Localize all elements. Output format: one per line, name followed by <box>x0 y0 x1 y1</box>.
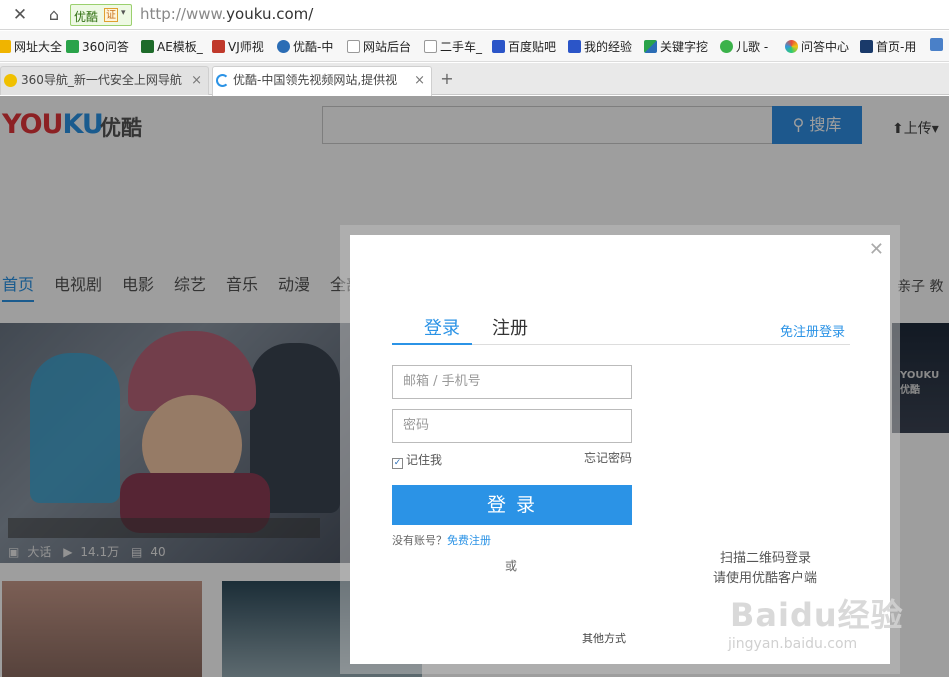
loading-icon <box>216 74 229 87</box>
close-icon[interactable]: × <box>191 67 202 94</box>
password-field[interactable]: 密码 <box>392 409 632 443</box>
ae-icon <box>141 40 154 53</box>
free-register-link[interactable]: 免费注册 <box>447 534 491 547</box>
site-name: 优酷 <box>74 10 99 24</box>
other-login-methods[interactable]: 其他方式 <box>582 630 626 646</box>
bookmark-item[interactable] <box>930 38 946 55</box>
login-button[interactable]: 登 录 <box>392 485 632 525</box>
or-divider: 或 <box>505 559 518 573</box>
bookmark-item[interactable]: 儿歌 - <box>720 38 768 55</box>
bookmark-item[interactable]: 优酷-中 <box>277 38 333 55</box>
chart-icon <box>930 38 943 51</box>
page-icon <box>424 40 437 53</box>
play-icon <box>277 40 290 53</box>
site-identity-badge[interactable]: 优酷 证 ▾ <box>70 4 132 26</box>
paw-icon <box>568 40 581 53</box>
bookmark-item[interactable]: 网址大全 <box>0 38 62 55</box>
stop-icon[interactable]: ✕ <box>8 4 32 26</box>
close-icon[interactable]: ✕ <box>869 239 884 260</box>
page-icon <box>347 40 360 53</box>
forgot-password-link[interactable]: 忘记密码 <box>584 449 632 466</box>
bookmark-item[interactable]: 网站后台 <box>347 38 411 55</box>
close-icon[interactable]: × <box>414 67 425 94</box>
qr-login-label: 扫描二维码登录 <box>720 551 812 566</box>
baidu-watermark: Baidu经验 <box>730 596 904 634</box>
checkbox-checked-icon: ✓ <box>392 458 403 469</box>
active-tab-indicator <box>392 343 472 345</box>
play-icon <box>720 40 733 53</box>
bookmark-item[interactable]: 百度贴吧 <box>492 38 556 55</box>
tab-youku[interactable]: 优酷-中国领先视频网站,提供视 × <box>212 66 432 96</box>
tab-bar: 360导航_新一代安全上网导航 × 优酷-中国领先视频网站,提供视 × + <box>0 63 949 96</box>
baidu-watermark-url: jingyan.baidu.com <box>728 636 858 652</box>
keyword-icon <box>644 40 657 53</box>
tab-register[interactable]: 注册 <box>492 314 528 340</box>
site-icon <box>860 40 873 53</box>
chevron-down-icon: ▾ <box>121 8 126 18</box>
bookmark-item[interactable]: 二手车_ <box>424 38 482 55</box>
tab-360-nav[interactable]: 360导航_新一代安全上网导航 × <box>0 66 209 95</box>
bookmark-item[interactable]: 关键字挖 <box>644 38 708 55</box>
bookmark-item[interactable]: 首页-用 <box>860 38 916 55</box>
search-icon <box>66 40 79 53</box>
url-field[interactable]: http://www.youku.com/ <box>140 5 313 23</box>
bookmark-item[interactable]: VJ师视 <box>212 38 264 55</box>
bookmarks-bar: 网址大全 360问答 AE模板_ VJ师视 优酷-中 网站后台 二手车_ 百度贴… <box>0 31 949 62</box>
tv-icon <box>212 40 225 53</box>
home-icon[interactable]: ⌂ <box>42 4 66 26</box>
new-tab-button[interactable]: + <box>438 69 456 89</box>
tab-login[interactable]: 登录 <box>412 314 472 340</box>
no-account-text: 没有账号？免费注册 <box>392 534 491 547</box>
certificate-icon: 证 <box>104 8 118 22</box>
bookmark-item[interactable]: 360问答 <box>66 38 129 55</box>
remember-me-checkbox[interactable]: ✓ 记住我 <box>392 451 442 469</box>
paw-icon <box>492 40 505 53</box>
qr-login-hint: 请使用优酷客户端 <box>713 571 818 586</box>
pinwheel-icon <box>785 40 798 53</box>
bookmark-item[interactable]: 我的经验 <box>568 38 632 55</box>
no-register-login-link[interactable]: 免注册登录 <box>780 321 845 340</box>
email-phone-field[interactable]: 邮箱 / 手机号 <box>392 365 632 399</box>
360-icon <box>4 74 17 87</box>
globe-icon <box>0 40 11 53</box>
address-bar: ✕ ⌂ 优酷 证 ▾ http://www.youku.com/ <box>0 0 949 30</box>
bookmark-item[interactable]: AE模板_ <box>141 38 203 55</box>
bookmark-item[interactable]: 问答中心 <box>785 38 849 55</box>
